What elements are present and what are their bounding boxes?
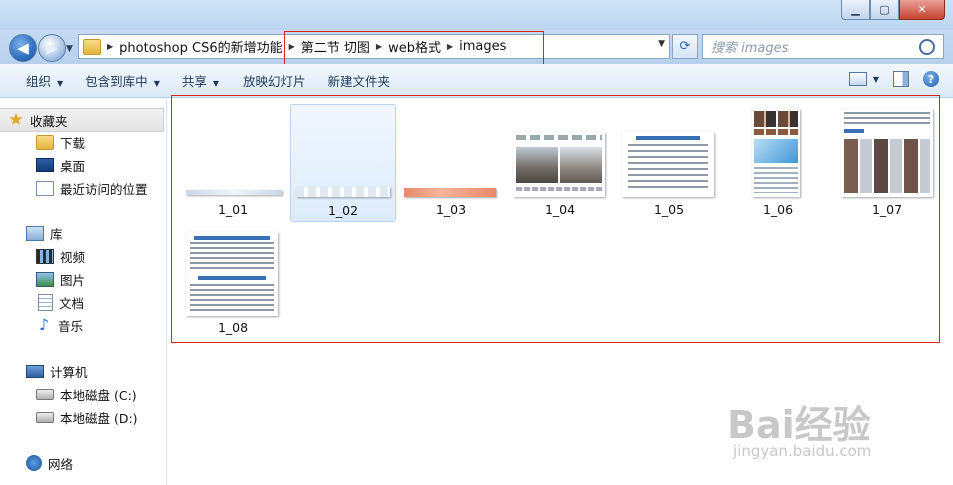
window-controls: ▁ ▢ ✕	[841, 0, 945, 20]
address-dropdown-icon[interactable]: ▼	[658, 39, 665, 49]
command-toolbar: 组织 ▼ 包含到库中 ▼ 共享 ▼ 放映幻灯片 新建文件夹 ▼ ?	[0, 64, 953, 98]
refresh-button[interactable]: ⟳	[672, 34, 698, 59]
watermark-url: jingyan.baidu.com	[733, 442, 872, 460]
window-titlebar: ▁ ▢ ✕	[0, 0, 953, 30]
downloads-folder-icon	[36, 134, 54, 150]
sidebar-item-disk-d[interactable]: 本地磁盘 (D:)	[0, 406, 164, 428]
chevron-down-icon: ▼	[212, 79, 220, 88]
sidebar-item-label: 视频	[60, 249, 86, 265]
music-note-icon: ♪	[38, 315, 50, 334]
sidebar-item-network[interactable]: 网络	[0, 452, 164, 474]
back-button[interactable]: ◀	[9, 34, 37, 62]
sidebar-item-label: 桌面	[60, 158, 86, 174]
network-icon	[26, 455, 42, 471]
share-menu[interactable]: 共享 ▼	[182, 71, 219, 90]
navigation-pane: ★ 收藏夹 下载 桌面 最近访问的位置 库 视频 图片 文档 ♪ 音乐 计算机 …	[0, 98, 167, 485]
search-icon[interactable]	[919, 38, 935, 55]
organize-menu[interactable]: 组织 ▼	[26, 71, 63, 90]
pictures-icon	[36, 271, 54, 287]
sidebar-item-downloads[interactable]: 下载	[0, 131, 164, 153]
sidebar-item-label: 收藏夹	[30, 113, 68, 129]
sidebar-item-label: 下载	[60, 135, 86, 151]
chevron-down-icon: ▼	[153, 79, 160, 88]
sidebar-item-label: 计算机	[50, 364, 88, 380]
preview-pane-icon[interactable]	[893, 71, 909, 87]
sidebar-item-pictures[interactable]: 图片	[0, 268, 164, 290]
view-icon	[848, 72, 867, 86]
sidebar-item-documents[interactable]: 文档	[0, 291, 164, 313]
sidebar-item-videos[interactable]: 视频	[0, 245, 164, 267]
sidebar-item-label: 本地磁盘 (C:)	[60, 387, 137, 403]
minimize-button[interactable]: ▁	[841, 0, 870, 20]
video-icon	[36, 248, 54, 264]
recent-places-icon	[36, 180, 54, 196]
sidebar-item-libraries[interactable]: 库	[0, 222, 164, 244]
chevron-down-icon: ▼	[57, 79, 64, 88]
sidebar-item-favorites[interactable]: ★ 收藏夹	[0, 108, 164, 132]
help-icon[interactable]: ?	[923, 71, 939, 87]
change-view-button[interactable]: ▼	[848, 72, 879, 86]
sidebar-item-label: 图片	[60, 272, 86, 288]
library-icon	[26, 225, 44, 241]
forward-button[interactable]: ▶	[38, 34, 66, 62]
files-highlight-box	[171, 95, 940, 343]
close-button[interactable]: ✕	[899, 0, 945, 20]
sidebar-item-music[interactable]: ♪ 音乐	[0, 314, 164, 336]
search-input[interactable]: 搜索 images	[702, 34, 944, 59]
watermark-logo: Bai经验	[727, 403, 871, 447]
system-disk-icon	[36, 388, 54, 400]
slideshow-button[interactable]: 放映幻灯片	[243, 71, 306, 90]
sidebar-item-computer[interactable]: 计算机	[0, 360, 164, 382]
recent-pages-dropdown-icon[interactable]: ▼	[66, 44, 73, 54]
documents-icon	[38, 293, 53, 311]
disk-icon	[36, 411, 54, 423]
sidebar-item-recent[interactable]: 最近访问的位置	[0, 177, 164, 199]
star-icon: ★	[8, 110, 24, 130]
computer-icon	[26, 364, 44, 378]
sidebar-item-label: 文档	[59, 295, 85, 311]
breadcrumb-item[interactable]: photoshop CS6的新增功能	[119, 37, 282, 56]
sidebar-item-label: 库	[50, 226, 63, 242]
path-highlight-box	[284, 31, 544, 67]
sidebar-item-label: 最近访问的位置	[60, 181, 148, 197]
new-folder-button[interactable]: 新建文件夹	[328, 71, 391, 90]
maximize-button[interactable]: ▢	[870, 0, 899, 20]
sidebar-item-label: 本地磁盘 (D:)	[60, 410, 138, 426]
search-placeholder: 搜索 images	[711, 41, 789, 56]
folder-icon	[83, 38, 101, 55]
sidebar-item-desktop[interactable]: 桌面	[0, 154, 164, 176]
toolbar-right-group: ▼ ?	[848, 71, 939, 87]
sidebar-item-label: 音乐	[58, 318, 84, 334]
sidebar-item-label: 网络	[48, 456, 74, 472]
sidebar-item-disk-c[interactable]: 本地磁盘 (C:)	[0, 383, 164, 405]
chevron-down-icon: ▼	[872, 74, 879, 84]
breadcrumb-separator-icon[interactable]: ▶	[107, 42, 113, 51]
desktop-icon	[36, 158, 54, 172]
include-in-library-menu[interactable]: 包含到库中 ▼	[85, 71, 160, 90]
